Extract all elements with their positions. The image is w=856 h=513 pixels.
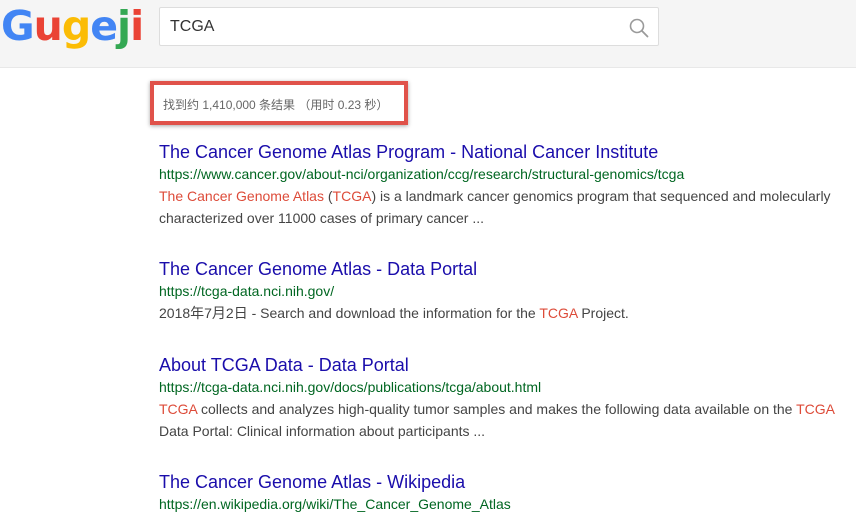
result-title-link[interactable]: About TCGA Data - Data Portal: [159, 354, 856, 376]
snippet-line: Data Portal: Clinical information about …: [159, 420, 856, 442]
result-snippet: TCGA collects and analyzes high-quality …: [159, 398, 856, 442]
snippet-highlight: TCGA: [332, 188, 372, 204]
snippet-text: (: [323, 188, 333, 204]
logo-letter: u: [33, 2, 63, 50]
gugeji-logo[interactable]: Gugeji: [1, 0, 144, 52]
snippet-text: Data Portal: Clinical information about …: [159, 423, 486, 439]
header-bar: Gugeji: [0, 0, 856, 68]
logo-letter: g: [61, 2, 91, 50]
search-result: The Cancer Genome Atlas - Data Portal ht…: [159, 258, 856, 324]
logo-letter: j: [117, 2, 131, 50]
search-result: About TCGA Data - Data Portal https://tc…: [159, 354, 856, 442]
result-url[interactable]: https://en.wikipedia.org/wiki/The_Cancer…: [159, 495, 856, 513]
search-input[interactable]: [170, 8, 610, 45]
result-url[interactable]: https://tcga-data.nci.nih.gov/: [159, 282, 856, 300]
snippet-text: ) is a landmark cancer genomics program …: [371, 188, 831, 204]
logo-letter: i: [130, 2, 144, 50]
snippet-line: The Cancer Genome Atlas (TCGA) is a land…: [159, 185, 856, 207]
snippet-text: characterized over 11000 cases of primar…: [159, 210, 485, 226]
snippet-highlight: TCGA: [539, 305, 578, 321]
search-box: [159, 7, 659, 46]
snippet-line: TCGA collects and analyzes high-quality …: [159, 398, 856, 420]
search-result: The Cancer Genome Atlas Program - Nation…: [159, 141, 856, 229]
snippet-line: characterized over 11000 cases of primar…: [159, 207, 856, 229]
snippet-text: Project.: [577, 305, 629, 321]
snippet-line: 2018年7月2日 - Search and download the info…: [159, 302, 856, 324]
result-title-link[interactable]: The Cancer Genome Atlas - Wikipedia: [159, 471, 856, 493]
snippet-highlight: The Cancer Genome Atlas: [159, 188, 324, 204]
result-snippet: 2018年7月2日 - Search and download the info…: [159, 302, 856, 324]
snippet-highlight: TCGA: [796, 401, 835, 417]
result-title-link[interactable]: The Cancer Genome Atlas - Data Portal: [159, 258, 856, 280]
result-snippet: The Cancer Genome Atlas (TCGA) is a land…: [159, 185, 856, 229]
snippet-text: collects and analyzes high-quality tumor…: [197, 401, 797, 417]
logo-letter: e: [90, 2, 118, 50]
result-stats: 找到约 1,410,000 条结果 （用时 0.23 秒）: [163, 98, 389, 112]
logo-letter: G: [1, 2, 35, 50]
snippet-highlight: TCGA: [159, 401, 198, 417]
result-url[interactable]: https://tcga-data.nci.nih.gov/docs/publi…: [159, 378, 856, 396]
result-stats-highlight-box: 找到约 1,410,000 条结果 （用时 0.23 秒）: [150, 81, 408, 125]
result-title-link[interactable]: The Cancer Genome Atlas Program - Nation…: [159, 141, 856, 163]
result-url[interactable]: https://www.cancer.gov/about-nci/organiz…: [159, 165, 856, 183]
snippet-text: 2018年7月2日 - Search and download the info…: [159, 305, 540, 321]
search-result: The Cancer Genome Atlas - Wikipedia http…: [159, 471, 856, 513]
search-icon[interactable]: [629, 18, 649, 38]
